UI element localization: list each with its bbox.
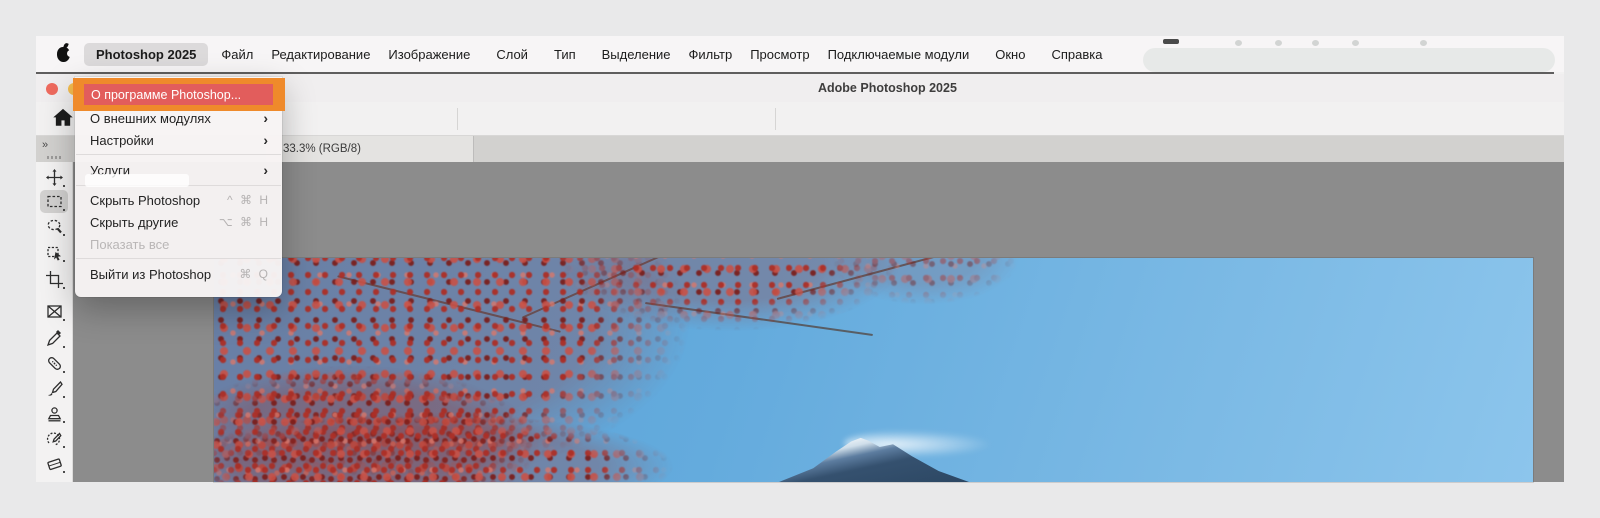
clone-stamp-tool[interactable] — [40, 402, 68, 425]
status-icon-hint — [1163, 39, 1179, 44]
menu-item-hide-photoshop[interactable]: Скрыть Photoshop ^ ⌘ H — [75, 189, 282, 211]
menu-edit[interactable]: Редактирование — [262, 43, 379, 66]
history-brush-tool[interactable] — [40, 427, 68, 450]
autumn-leaves — [804, 258, 1044, 358]
menu-separator — [76, 258, 281, 259]
annotation-highlight-box: О программе Photoshop... — [73, 78, 285, 111]
eraser-tool[interactable] — [40, 452, 68, 475]
menu-select[interactable]: Выделение — [593, 43, 680, 66]
menu-window[interactable]: Окно — [986, 43, 1034, 66]
apple-menu-icon[interactable] — [57, 46, 74, 62]
macos-menu-bar: Photoshop 2025 Файл Редактирование Изобр… — [36, 36, 1564, 72]
autumn-leaves — [214, 398, 734, 482]
lasso-tool[interactable] — [40, 215, 68, 238]
shortcut-label: ⌘ Q — [239, 267, 270, 281]
object-selection-tool[interactable] — [40, 241, 68, 264]
submenu-chevron-icon: › — [263, 132, 268, 148]
options-separator — [775, 108, 776, 130]
shortcut-label: ^ ⌘ H — [227, 193, 270, 207]
menu-help[interactable]: Справка — [1042, 43, 1111, 66]
panel-grip[interactable] — [47, 156, 62, 159]
statusbar-redaction-overlay — [1143, 48, 1555, 72]
menu-type[interactable]: Тип — [545, 43, 585, 66]
document-tab[interactable]: 33.3% (RGB/8) — [266, 136, 474, 162]
canvas-background[interactable] — [73, 162, 1564, 482]
status-icon-hint — [1235, 40, 1242, 46]
menu-item-services[interactable]: Услуги › — [75, 158, 282, 187]
menu-image[interactable]: Изображение — [379, 43, 479, 66]
menu-file[interactable]: Файл — [212, 43, 262, 66]
eyedropper-tool[interactable] — [40, 327, 68, 350]
status-icon-hint — [1420, 40, 1427, 46]
menu-layer[interactable]: Слой — [487, 43, 537, 66]
rectangular-marquee-tool[interactable] — [40, 190, 68, 213]
menu-item-settings[interactable]: Настройки › — [75, 129, 282, 151]
submenu-chevron-icon: › — [263, 162, 268, 178]
screen: Photoshop 2025 Файл Редактирование Изобр… — [0, 0, 1600, 518]
close-button[interactable] — [46, 83, 58, 95]
menu-plugins[interactable]: Подключаемые модули — [819, 43, 979, 66]
menu-item-quit-photoshop[interactable]: Выйти из Photoshop ⌘ Q — [75, 262, 282, 286]
status-icon-hint — [1312, 40, 1319, 46]
brush-tool[interactable] — [40, 377, 68, 400]
menu-item-about-photoshop[interactable]: О программе Photoshop... — [84, 84, 273, 105]
shortcut-label: ⌥ ⌘ H — [218, 215, 270, 229]
window-title: Adobe Photoshop 2025 — [818, 81, 957, 95]
status-icon-hint — [1275, 40, 1282, 46]
photo-document[interactable] — [214, 258, 1533, 482]
menu-item-show-all: Показать все — [90, 236, 170, 252]
menu-photoshop-2025[interactable]: Photoshop 2025 — [84, 42, 209, 66]
menu-item-hide-others[interactable]: Скрыть другие ⌥ ⌘ H — [75, 211, 282, 233]
collapse-panel-icon[interactable]: » — [42, 139, 48, 151]
crop-tool[interactable] — [40, 268, 68, 291]
menu-filter[interactable]: Фильтр — [680, 43, 742, 66]
spot-healing-brush-tool[interactable] — [40, 352, 68, 375]
document-tab-label: 33.3% (RGB/8) — [283, 143, 361, 155]
move-tool[interactable] — [40, 166, 68, 189]
options-separator — [457, 108, 458, 130]
menu-separator — [76, 154, 281, 155]
tools-panel — [36, 156, 73, 482]
redaction-overlay — [85, 174, 189, 187]
frame-tool[interactable] — [40, 300, 68, 323]
menu-view[interactable]: Просмотр — [741, 43, 818, 66]
status-icon-hint — [1352, 40, 1359, 46]
submenu-chevron-icon: › — [263, 110, 268, 126]
